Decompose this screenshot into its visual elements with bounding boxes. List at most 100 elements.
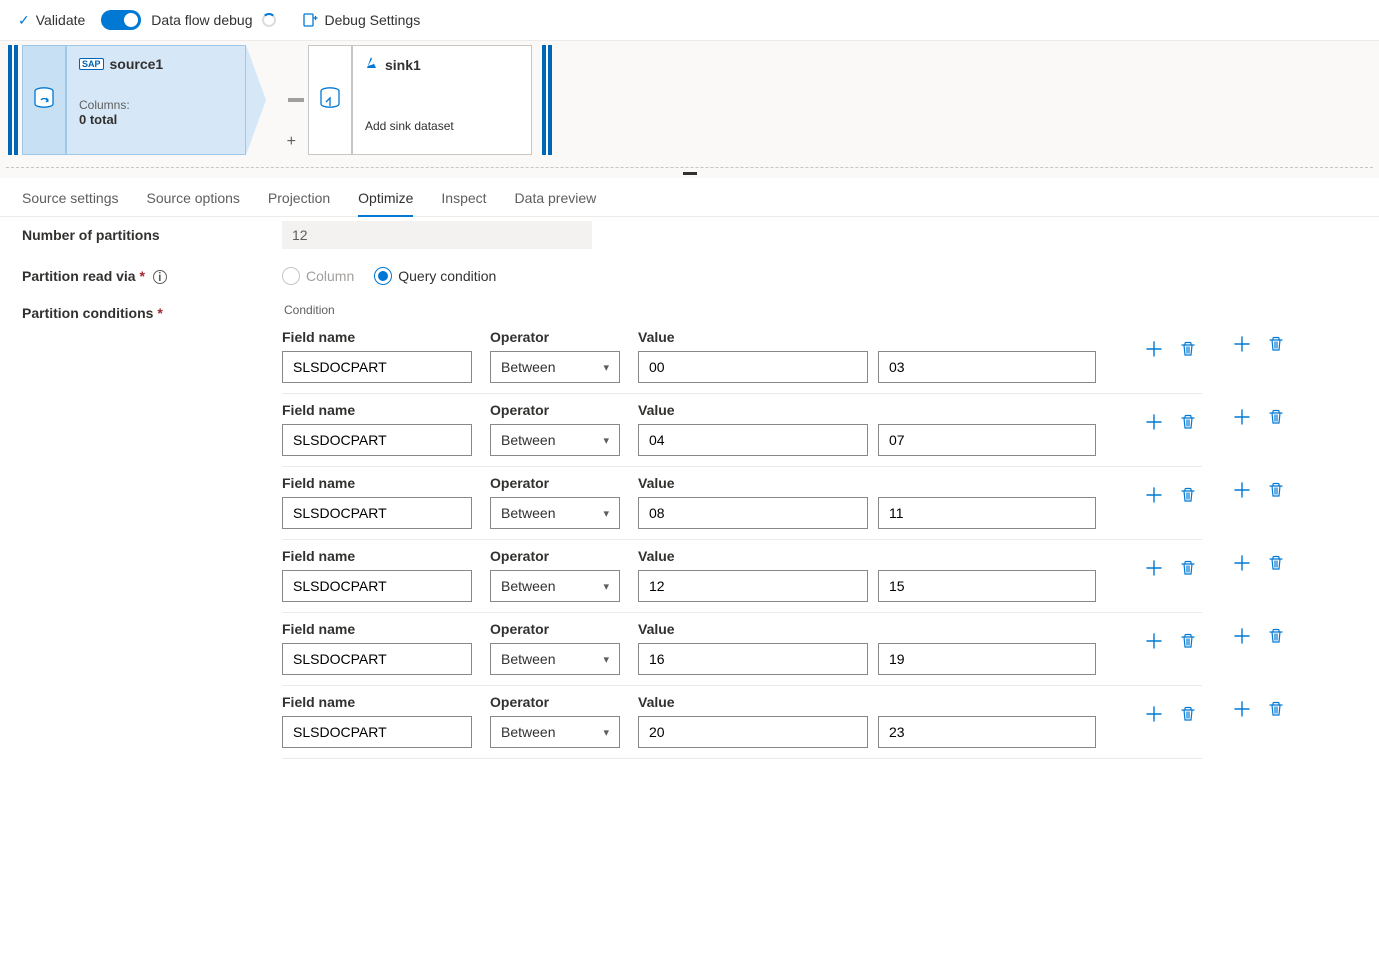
tab-source-settings[interactable]: Source settings [22,190,119,216]
field-name-input[interactable] [282,570,472,602]
delete-group-button[interactable] [1266,553,1286,573]
chevron-down-icon: ▾ [603,507,609,520]
field-name-input[interactable] [282,643,472,675]
database-export-icon [32,86,56,115]
condition-row: Field name Operator Between ▾ Value [282,402,1357,467]
source-node-name: source1 [110,56,164,72]
operator-select[interactable]: Between ▾ [490,424,620,456]
field-name-header: Field name [282,402,472,418]
right-bars [542,45,552,155]
field-name-header: Field name [282,329,472,345]
add-condition-button[interactable] [1144,412,1164,432]
radio-column[interactable]: Column [282,267,354,285]
add-condition-button[interactable] [1144,631,1164,651]
delete-condition-button[interactable] [1178,704,1198,724]
field-name-input[interactable] [282,497,472,529]
delete-condition-button[interactable] [1178,339,1198,359]
value-from-input[interactable] [638,643,868,675]
value-to-input[interactable] [878,570,1096,602]
delete-condition-button[interactable] [1178,631,1198,651]
tab-data-preview[interactable]: Data preview [515,190,597,216]
partition-conditions-label: Partition conditions * [22,303,282,321]
loading-spinner-icon [262,13,276,27]
condition-section-header: Condition [282,303,1357,317]
operator-select[interactable]: Between ▾ [490,570,620,602]
delete-group-button[interactable] [1266,626,1286,646]
value-header: Value [638,621,1096,637]
value-to-input[interactable] [878,716,1096,748]
debug-toggle[interactable] [101,10,141,30]
settings-tabs: Source settings Source options Projectio… [0,178,1379,217]
delete-condition-button[interactable] [1178,412,1198,432]
value-from-input[interactable] [638,424,868,456]
pane-resize-handle[interactable] [0,168,1379,178]
delete-group-button[interactable] [1266,407,1286,427]
tab-source-options[interactable]: Source options [147,190,240,216]
value-to-input[interactable] [878,497,1096,529]
operator-select[interactable]: Between ▾ [490,497,620,529]
source-node[interactable]: SAP source1 Columns: 0 total + [22,45,266,155]
tab-projection[interactable]: Projection [268,190,330,216]
value-to-input[interactable] [878,351,1096,383]
radio-query-condition[interactable]: Query condition [374,267,496,285]
operator-select[interactable]: Between ▾ [490,716,620,748]
value-to-input[interactable] [878,643,1096,675]
operator-header: Operator [490,694,620,710]
validate-button[interactable]: ✓ Validate [18,12,85,29]
value-header: Value [638,329,1096,345]
value-header: Value [638,548,1096,564]
operator-value: Between [501,359,555,375]
info-icon[interactable]: i [153,270,167,284]
operator-header: Operator [490,475,620,491]
sink-node-name: sink1 [385,57,421,73]
field-name-input[interactable] [282,424,472,456]
source-columns-label: Columns: [79,98,233,112]
condition-row: Field name Operator Between ▾ Value [282,475,1357,540]
num-partitions-input[interactable] [282,221,592,249]
add-group-button[interactable] [1232,553,1252,573]
sink-node[interactable]: sink1 Add sink dataset [308,45,532,155]
value-header: Value [638,694,1096,710]
add-group-button[interactable] [1232,407,1252,427]
chevron-down-icon: ▾ [603,653,609,666]
sap-icon: SAP [79,58,104,70]
add-condition-button[interactable] [1144,558,1164,578]
delete-group-button[interactable] [1266,699,1286,719]
value-from-input[interactable] [638,570,868,602]
chevron-down-icon: ▾ [603,361,609,374]
delete-group-button[interactable] [1266,334,1286,354]
chevron-down-icon: ▾ [603,434,609,447]
chevron-down-icon: ▾ [603,580,609,593]
operator-header: Operator [490,621,620,637]
tab-optimize[interactable]: Optimize [358,190,413,216]
connector-line [288,98,304,102]
value-from-input[interactable] [638,351,868,383]
source-columns-count: 0 total [79,112,233,127]
operator-value: Between [501,505,555,521]
debug-settings-button[interactable]: Debug Settings [302,12,420,28]
add-condition-button[interactable] [1144,339,1164,359]
operator-select[interactable]: Between ▾ [490,351,620,383]
delete-condition-button[interactable] [1178,558,1198,578]
add-condition-button[interactable] [1144,704,1164,724]
value-to-input[interactable] [878,424,1096,456]
value-from-input[interactable] [638,497,868,529]
delete-group-button[interactable] [1266,480,1286,500]
delete-condition-button[interactable] [1178,485,1198,505]
value-from-input[interactable] [638,716,868,748]
add-transform-button[interactable]: + [287,133,296,151]
field-name-input[interactable] [282,351,472,383]
field-name-header: Field name [282,621,472,637]
field-name-input[interactable] [282,716,472,748]
azure-icon [365,56,379,73]
add-group-button[interactable] [1232,699,1252,719]
add-group-button[interactable] [1232,480,1252,500]
condition-row: Field name Operator Between ▾ Value [282,694,1357,759]
add-group-button[interactable] [1232,334,1252,354]
num-partitions-label: Number of partitions [22,227,282,243]
add-condition-button[interactable] [1144,485,1164,505]
add-group-button[interactable] [1232,626,1252,646]
value-header: Value [638,475,1096,491]
operator-select[interactable]: Between ▾ [490,643,620,675]
tab-inspect[interactable]: Inspect [441,190,486,216]
